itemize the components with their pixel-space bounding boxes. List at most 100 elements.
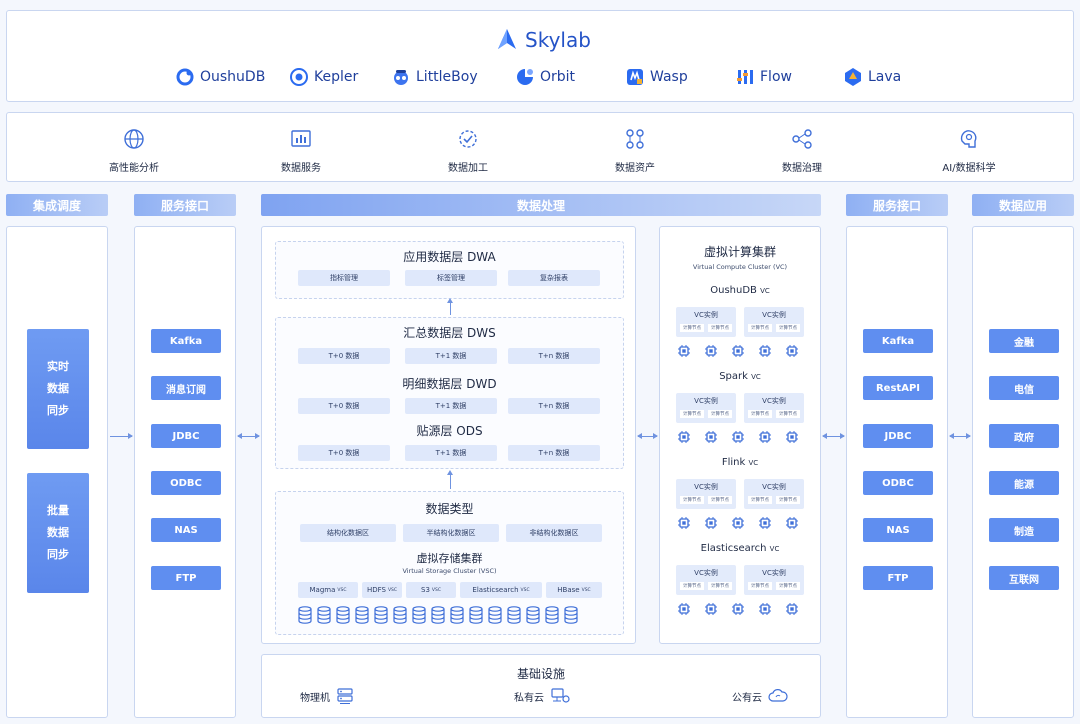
cpu-chip-icon [785,343,803,362]
kepler-icon [290,68,308,86]
cpu-chip-icon [785,515,803,534]
capability-high-performance-analysis: 高性能分析 [74,127,194,174]
arrow-vc-service-right [822,433,845,439]
cpu-chip-icon [704,343,722,362]
capabilities-panel: 高性能分析 数据服务 数据加工 数据资产 数据治理 AI/数据科学 [6,112,1074,182]
dwa-chip-reports[interactable]: 复杂报表 [508,270,600,286]
dwd-chip-t1[interactable]: T+1 数据 [405,398,497,414]
app-energy[interactable]: 能源 [989,471,1059,495]
vc-instance[interactable]: VC实例 计算节点 计算节点 [744,393,804,423]
vc-instance[interactable]: VC实例 计算节点 计算节点 [744,479,804,509]
dwd-chip-t0[interactable]: T+0 数据 [298,398,390,414]
compute-node: 计算节点 [748,582,772,590]
wasp-icon [627,69,643,85]
vc-instance[interactable]: VC实例 计算节点 计算节点 [676,565,736,595]
realtime-sync[interactable]: 实时 数据 同步 [27,329,89,449]
vc-instance[interactable]: VC实例 计算节点 计算节点 [676,479,736,509]
datatype-unstructured[interactable]: 非结构化数据区 [506,524,602,542]
service-right-kafka[interactable]: Kafka [863,329,933,353]
service-right-restapi[interactable]: RestAPI [863,376,933,400]
app-government[interactable]: 政府 [989,424,1059,448]
globe-icon [124,129,144,149]
ai-brain-icon [960,130,977,148]
capability-data-governance: 数据治理 [742,127,862,174]
vc-instance[interactable]: VC实例 计算节点 计算节点 [676,307,736,337]
server-icon [337,688,353,704]
service-right-jdbc[interactable]: JDBC [863,424,933,448]
vc-group-title: Flink VC [721,457,759,468]
service-left-odbc[interactable]: ODBC [151,471,221,495]
compute-node: 计算节点 [748,410,772,418]
infra-public-cloud: 公有云 [732,687,788,705]
gear-check-icon [459,130,477,148]
cpu-row [677,601,803,620]
layer-storage: 数据类型 结构化数据区 半结构化数据区 非结构化数据区 虚拟存储集群 Virtu… [275,491,624,635]
compute-node: 计算节点 [776,582,800,590]
dwd-chip-tn[interactable]: T+n 数据 [508,398,600,414]
capability-data-processing: 数据加工 [408,127,528,174]
share-nodes-icon [792,129,812,149]
header-service-left: 服务接口 [134,194,236,216]
compute-node: 计算节点 [680,582,704,590]
cpu-chip-icon [758,601,776,620]
cpu-chip-icon [704,601,722,620]
vc-instance[interactable]: VC实例 计算节点 计算节点 [744,307,804,337]
arrow-service-processing [237,433,260,439]
app-telecom[interactable]: 电信 [989,376,1059,400]
vc-group-title: OushuDB VC [710,285,770,296]
database-icon [336,606,350,624]
vc-title: 虚拟计算集群 [703,245,776,259]
database-icon [355,606,369,624]
service-left-nas[interactable]: NAS [151,518,221,542]
brand-panel: Skylab OushuDB Kepler LittleBoy Orbit Wa… [6,10,1074,102]
cpu-chip-icon [758,343,776,362]
dws-chip-tn[interactable]: T+n 数据 [508,348,600,364]
service-right-nas[interactable]: NAS [863,518,933,542]
layer-dws-title: 汇总数据层 DWS [403,326,496,340]
service-left-ftp[interactable]: FTP [151,566,221,590]
service-right-ftp[interactable]: FTP [863,566,933,590]
layer-warehouse: 汇总数据层 DWS T+0 数据 T+1 数据 T+n 数据 明细数据层 DWD… [275,317,624,469]
application-panel: 金融 电信 政府 能源 制造 互联网 [972,226,1074,718]
header-integration: 集成调度 [6,194,108,216]
cpu-chip-icon [731,429,749,448]
product-littleboy: LittleBoy [391,67,478,87]
vsc-hbase[interactable]: HBase VSC [546,582,602,598]
private-cloud-icon [551,688,570,703]
vc-instance[interactable]: VC实例 计算节点 计算节点 [744,565,804,595]
product-flow: Flow [735,67,792,87]
vc-instance[interactable]: VC实例 计算节点 计算节点 [676,393,736,423]
dws-chip-t1[interactable]: T+1 数据 [405,348,497,364]
service-left-kafka[interactable]: Kafka [151,329,221,353]
app-manufacturing[interactable]: 制造 [989,518,1059,542]
cpu-row [677,515,803,534]
service-left-message-subscribe[interactable]: 消息订阅 [151,376,221,400]
header-service-right: 服务接口 [846,194,948,216]
ods-chip-t1[interactable]: T+1 数据 [405,445,497,461]
database-icon [374,606,388,624]
layer-dwd-title: 明细数据层 DWD [402,377,497,391]
dwa-chip-metrics[interactable]: 指标管理 [298,270,390,286]
cpu-chip-icon [731,343,749,362]
app-internet[interactable]: 互联网 [989,566,1059,590]
vsc-s3[interactable]: S3 VSC [406,582,456,598]
ods-chip-t0[interactable]: T+0 数据 [298,445,390,461]
service-right-panel: Kafka RestAPI JDBC ODBC NAS FTP [846,226,948,718]
batch-sync[interactable]: 批量 数据 同步 [27,473,89,593]
app-finance[interactable]: 金融 [989,329,1059,353]
datatype-structured[interactable]: 结构化数据区 [300,524,396,542]
product-lava: Lava [843,67,901,87]
capability-data-service: 数据服务 [241,127,361,174]
dwa-chip-tags[interactable]: 标签管理 [405,270,497,286]
service-left-jdbc[interactable]: JDBC [151,424,221,448]
vsc-magma[interactable]: Magma VSC [298,582,358,598]
littleboy-icon [394,70,408,85]
datatype-semi-structured[interactable]: 半结构化数据区 [403,524,499,542]
dws-chip-t0[interactable]: T+0 数据 [298,348,390,364]
ods-chip-tn[interactable]: T+n 数据 [508,445,600,461]
vsc-hdfs[interactable]: HDFS VSC [362,582,402,598]
vsc-elasticsearch[interactable]: Elasticsearch VSC [460,582,542,598]
service-right-odbc[interactable]: ODBC [863,471,933,495]
arrow-service-application [949,433,971,439]
cpu-chip-icon [677,343,695,362]
